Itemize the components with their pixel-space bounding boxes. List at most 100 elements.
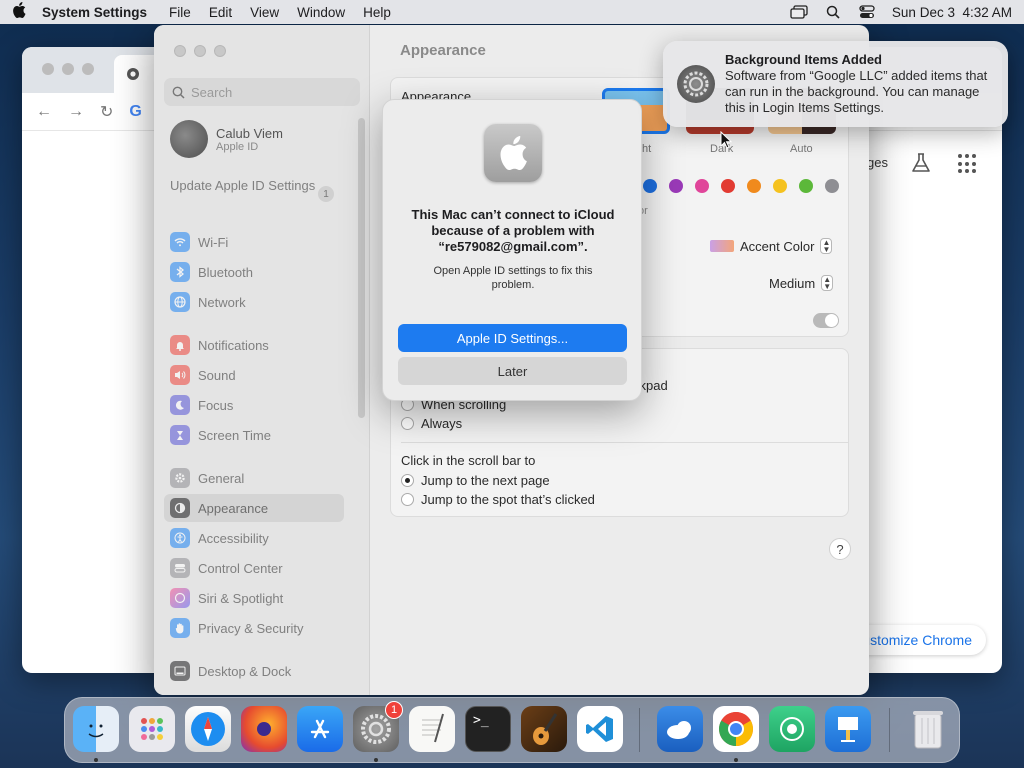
zoom-button[interactable] [82,63,94,75]
chrome-tab-favicon-icon [127,68,139,80]
sidebar-item-label: Network [198,294,246,310]
close-button[interactable] [174,45,186,57]
gear-icon [170,468,190,488]
accent-graphite-swatch[interactable] [825,179,839,193]
wallpaper-tinting-toggle[interactable] [813,313,839,328]
minimize-button[interactable] [194,45,206,57]
sidebar-item-accessibility[interactable]: Accessibility [164,524,344,552]
bell-icon [170,335,190,355]
sidebar-item-wifi[interactable]: Wi-Fi [164,228,344,256]
vscode-icon[interactable] [577,706,623,752]
click-option-next-page[interactable]: Jump to the next page [401,473,550,488]
highlight-color-popup[interactable]: Accent Color ▲ ▼ [710,238,833,254]
settings-app-icon [484,124,542,182]
radio-button[interactable] [401,493,414,506]
control-center-icon[interactable] [858,5,876,19]
sidebar-item-privacy-security[interactable]: Privacy & Security [164,614,344,642]
background-items-notification[interactable]: Background Items Added Software from “Go… [663,41,1008,127]
dock-separator [889,708,890,752]
sidebar-search[interactable] [164,78,360,106]
textedit-icon[interactable] [409,706,455,752]
login-items-gear-icon [677,65,715,103]
accent-orange-swatch[interactable] [747,179,761,193]
zoom-button[interactable] [214,45,226,57]
sidebar-item-general[interactable]: General [164,464,344,492]
apple-id-row[interactable]: Calub Viem Apple ID [170,120,283,158]
back-icon[interactable]: ← [36,103,52,121]
sidebar-item-desktop-dock[interactable]: Desktop & Dock [164,657,344,685]
apple-id-settings-button[interactable]: Apple ID Settings... [398,324,627,352]
siri-icon [170,588,190,608]
running-indicator [94,758,98,762]
search-icon [172,86,185,99]
sidebar-item-bluetooth[interactable]: Bluetooth [164,258,344,286]
close-button[interactable] [42,63,54,75]
menu-clock[interactable]: Sun Dec 3 4:32 AM [892,5,1012,20]
terminal-icon[interactable]: >_ [465,706,511,752]
radio-label: Jump to the next page [421,473,550,488]
update-apple-id-item[interactable]: Update Apple ID Settings [170,178,340,194]
accent-green-swatch[interactable] [799,179,813,193]
sidebar-item-siri-spotlight[interactable]: Siri & Spotlight [164,584,344,612]
trash-icon[interactable] [905,706,951,752]
spotlight-search-icon[interactable] [824,5,842,19]
search-input[interactable] [191,84,341,100]
findmy-icon[interactable] [769,706,815,752]
click-option-spot-clicked[interactable]: Jump to the spot that’s clicked [401,492,595,507]
radio-button[interactable] [401,417,414,430]
sidebar-item-control-center[interactable]: Control Center [164,554,344,582]
sidebar-icon-size-popup[interactable]: Medium ▲ ▼ [769,275,834,291]
menu-file[interactable]: File [169,5,191,20]
garageband-icon[interactable] [521,706,567,752]
theme-auto-label: Auto [790,143,813,155]
labs-flask-icon[interactable] [910,152,932,174]
keynote-icon[interactable] [825,706,871,752]
google-apps-icon[interactable] [958,154,978,174]
firefox-icon[interactable] [241,706,287,752]
chrome-icon[interactable] [713,706,759,752]
help-button[interactable]: ? [829,538,851,560]
speaker-icon [170,365,190,385]
sidebar-item-label: Sound [198,367,236,383]
radio-button[interactable] [401,474,414,487]
scroll-option-always[interactable]: Always [401,416,462,431]
bluetooth-icon [170,262,190,282]
app-store-icon[interactable] [297,706,343,752]
forward-icon[interactable]: → [68,103,84,121]
screen-mirroring-icon[interactable] [790,5,808,19]
chrome-images-link[interactable]: ges [867,155,888,170]
sidebar-scrollbar[interactable] [358,118,365,418]
accent-red-swatch[interactable] [721,179,735,193]
safari-icon[interactable] [185,706,231,752]
later-button[interactable]: Later [398,357,627,385]
menu-bar: System Settings File Edit View Window He… [0,0,1024,24]
accent-yellow-swatch[interactable] [773,179,787,193]
menu-view[interactable]: View [250,5,279,20]
reload-icon[interactable]: ↻ [100,102,113,122]
globe-icon [170,292,190,312]
update-count-badge: 1 [318,186,334,202]
sidebar-item-label: Siri & Spotlight [198,590,284,606]
finder-icon[interactable] [73,706,119,752]
menu-help[interactable]: Help [363,5,391,20]
sidebar-item-focus[interactable]: Focus [164,391,344,419]
weather-icon[interactable] [657,706,703,752]
launchpad-icon[interactable] [129,706,175,752]
sidebar-item-appearance[interactable]: Appearance [164,494,344,522]
menu-edit[interactable]: Edit [209,5,232,20]
accent-pink-swatch[interactable] [695,179,709,193]
dock-separator [639,708,640,752]
notification-body: Software from “Google LLC” added items t… [725,68,988,115]
minimize-button[interactable] [62,63,74,75]
menu-app-name[interactable]: System Settings [42,5,147,20]
accent-purple-swatch[interactable] [669,179,683,193]
sidebar-item-label: Desktop & Dock [198,663,292,679]
sidebar-item-screen-time[interactable]: Screen Time [164,421,344,449]
sidebar-item-network[interactable]: Network [164,288,344,316]
sidebar-item-notifications[interactable]: Notifications [164,331,344,359]
accent-blue-swatch[interactable] [643,179,657,193]
sidebar-item-sound[interactable]: Sound [164,361,344,389]
mouse-cursor-icon [720,131,732,149]
apple-menu-icon[interactable] [12,1,42,23]
menu-window[interactable]: Window [297,5,345,20]
